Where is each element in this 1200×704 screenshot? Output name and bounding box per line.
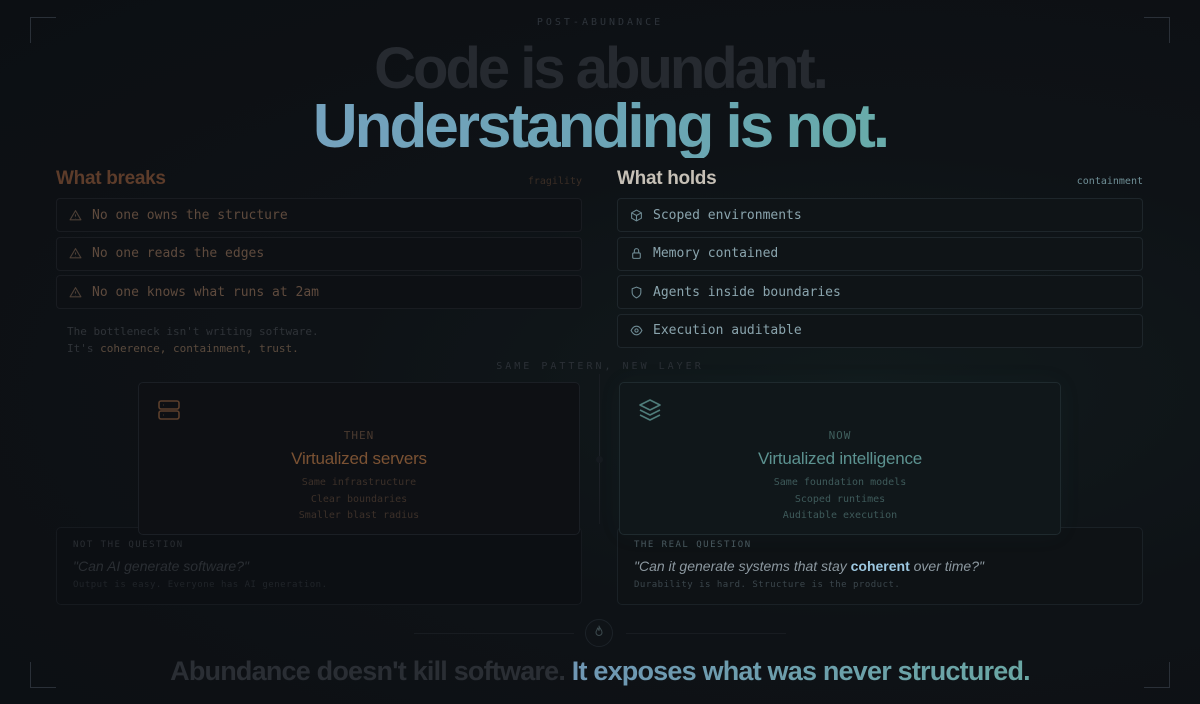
now-line: Same foundation models [773, 477, 907, 488]
fragility-tag: fragility [527, 176, 582, 187]
holds-item: Scoped environments [617, 198, 1143, 232]
closing-statement: Abundance doesn't kill software. It expo… [0, 656, 1200, 687]
note-highlight: coherence, containment, trust. [100, 342, 299, 355]
warning-icon [69, 286, 82, 299]
holds-item: Memory contained [617, 236, 1143, 271]
cube-icon [630, 209, 643, 222]
warning-icon [69, 209, 82, 222]
real-question-label: THE REAL QUESTION [634, 540, 752, 550]
what-breaks-header: What breaks fragility [56, 166, 582, 198]
breaks-item: No one owns the structure [56, 198, 582, 232]
note-line-1: The bottleneck isn't writing software. [67, 325, 319, 338]
breaks-item: No one reads the edges [56, 236, 582, 271]
holds-item-label: Execution auditable [653, 323, 802, 338]
then-line: Clear boundaries [310, 493, 408, 505]
warning-icon [69, 247, 82, 260]
real-question-highlight: coherent [850, 558, 910, 574]
what-holds-title: What holds [617, 168, 717, 189]
what-breaks-title: What breaks [56, 168, 166, 189]
now-tag: NOW [828, 429, 852, 442]
now-line: Auditable execution [782, 510, 898, 521]
now-card: NOW Virtualized intelligence Same founda… [619, 382, 1061, 535]
eye-icon [630, 324, 643, 337]
closing-rule-left [414, 633, 574, 634]
now-title: Virtualized intelligence [757, 449, 923, 468]
breaks-item-label: No one owns the structure [92, 207, 288, 223]
closing-part-1: Abundance doesn't kill software. [170, 656, 566, 686]
shield-icon [630, 286, 643, 299]
closing-part-2: It exposes what was never structured. [571, 656, 1031, 686]
containment-tag: containment [1076, 176, 1143, 187]
then-line: Same infrastructure [301, 477, 417, 488]
flame-badge [585, 619, 613, 647]
now-lines: Same foundation models Scoped runtimes A… [620, 475, 1060, 525]
wrong-question-card: NOT THE QUESTION "Can AI generate softwa… [56, 527, 582, 605]
server-icon [157, 398, 181, 422]
then-tag: THEN [343, 429, 375, 442]
holds-item-label: Scoped environments [653, 207, 802, 223]
breaks-item: No one knows what runs at 2am [56, 275, 582, 309]
then-lines: Same infrastructure Clear boundaries Sma… [139, 475, 579, 525]
real-question-text: "Can it generate systems that stay coher… [634, 558, 1126, 574]
now-line: Scoped runtimes [794, 493, 886, 505]
headline-line-2: Understanding is not. [0, 96, 1200, 158]
wrong-question-sub: Output is easy. Everyone has AI generati… [73, 580, 328, 590]
breaks-item-label: No one reads the edges [92, 246, 265, 261]
real-question-after: over time?" [909, 558, 984, 574]
then-card: THEN Virtualized servers Same infrastruc… [138, 382, 580, 535]
bottleneck-note: The bottleneck isn't writing software. I… [56, 323, 582, 357]
holds-item-label: Memory contained [653, 246, 779, 261]
then-line: Smaller blast radius [298, 510, 420, 521]
note-line-2: It's coherence, containment, trust. [67, 340, 582, 357]
closing-rule-right [626, 633, 786, 634]
note-prefix: It's [67, 342, 101, 355]
divider-dot [596, 456, 603, 463]
layers-icon [638, 398, 662, 422]
divider-line [599, 374, 600, 524]
what-holds-column: What holds containment Scoped environmen… [617, 166, 1143, 352]
real-question-sub: Durability is hard. Structure is the pro… [634, 580, 901, 590]
wrong-question-text: "Can AI generate software?" [73, 558, 249, 574]
then-title: Virtualized servers [291, 449, 427, 468]
holds-item-label: Agents inside boundaries [653, 284, 841, 300]
lock-icon [630, 247, 643, 260]
real-question-card: THE REAL QUESTION "Can it generate syste… [617, 527, 1143, 605]
what-holds-header: What holds containment [617, 166, 1143, 198]
breaks-item-label: No one knows what runs at 2am [92, 284, 319, 300]
flame-icon [593, 624, 605, 642]
wrong-question-label: NOT THE QUESTION [73, 540, 184, 550]
eyebrow-label: POST-ABUNDANCE [536, 17, 664, 28]
real-question-before: "Can it generate systems that stay [634, 558, 851, 574]
holds-item: Agents inside boundaries [617, 275, 1143, 309]
holds-item: Execution auditable [617, 313, 1143, 348]
pattern-label: SAME PATTERN, NEW LAYER [496, 361, 704, 372]
headline-line-1: Code is abundant. [374, 36, 829, 101]
what-breaks-column: What breaks fragility No one owns the st… [56, 166, 582, 357]
